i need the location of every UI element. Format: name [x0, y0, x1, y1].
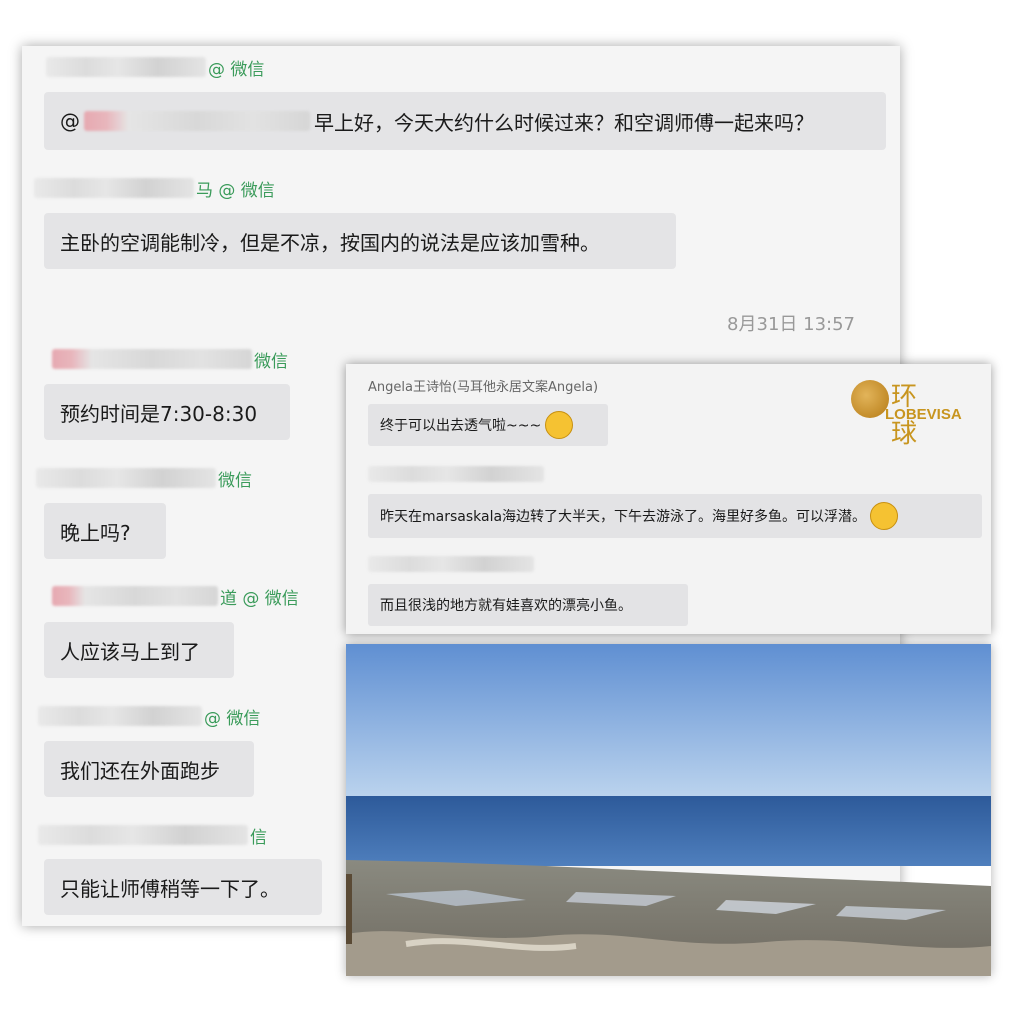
blurred-name: [46, 57, 206, 77]
message-text: 主卧的空调能制冷，但是不凉，按国内的说法是应该加雪种。: [60, 230, 600, 255]
globe-icon: [851, 380, 889, 418]
blurred-name: [368, 556, 534, 572]
sender-tag: 道 @ 微信: [220, 588, 299, 609]
grin-emoji-icon: [870, 502, 899, 530]
sender-tag: 微信: [254, 351, 288, 372]
message-text: 终于可以出去透气啦~~~: [380, 418, 542, 434]
overlay-chat-panel: Angela王诗怡(马耳他永居文案Angela) 环 球 LOBEVISA 终于…: [346, 364, 991, 634]
message-text: 昨天在marsaskala海边转了大半天，下午去游泳了。海里好多鱼。可以浮潜。: [380, 509, 867, 525]
message-bubble[interactable]: 主卧的空调能制冷，但是不凉，按国内的说法是应该加雪种。: [44, 213, 676, 269]
message-text: 我们还在外面跑步: [60, 758, 220, 783]
message-text: 人应该马上到了: [60, 639, 200, 664]
globevisa-logo: 环 球 LOBEVISA: [851, 376, 981, 449]
sender-name: Angela王诗怡(马耳他永居文案Angela): [368, 380, 599, 395]
sender-tag: @ 微信: [208, 59, 265, 80]
message-bubble[interactable]: 而且很浅的地方就有娃喜欢的漂亮小鱼。: [368, 584, 688, 626]
blurred-mention: [84, 111, 310, 131]
blurred-name: [38, 706, 202, 726]
message-text: 晚上吗?: [60, 520, 131, 545]
blurred-name: [34, 178, 194, 198]
sender-tag: @ 微信: [204, 708, 261, 729]
message-bubble[interactable]: 预约时间是7:30-8:30: [44, 384, 290, 440]
message-text: 而且很浅的地方就有娃喜欢的漂亮小鱼。: [380, 598, 632, 614]
mention-symbol: @: [60, 109, 80, 133]
message-text: 早上好，今天大约什么时候过来？和空调师傅一起来吗？: [314, 110, 814, 135]
sender-name: 信: [38, 824, 267, 848]
blurred-name: [38, 825, 248, 845]
message-bubble[interactable]: 终于可以出去透气啦~~~: [368, 404, 608, 446]
sender-tag: 微信: [218, 470, 252, 491]
seaside-photo-graphic: [346, 644, 991, 976]
sender-name: @ 微信: [38, 705, 261, 729]
message-bubble[interactable]: 人应该马上到了: [44, 622, 234, 678]
sender-name: 马 @ 微信: [34, 177, 275, 201]
blurred-name: [368, 466, 544, 482]
sender-name: @ 微信: [46, 56, 265, 80]
timestamp: 8月31日 13:57: [727, 314, 855, 335]
message-bubble[interactable]: 我们还在外面跑步: [44, 741, 254, 797]
seaside-photo[interactable]: [346, 644, 991, 976]
sender-name: 道 @ 微信: [52, 585, 299, 609]
message-bubble[interactable]: 晚上吗?: [44, 503, 166, 559]
message-bubble[interactable]: 昨天在marsaskala海边转了大半天，下午去游泳了。海里好多鱼。可以浮潜。: [368, 494, 982, 538]
message-bubble[interactable]: @ 早上好，今天大约什么时候过来？和空调师傅一起来吗？: [44, 92, 886, 150]
sender-tag: 信: [250, 827, 267, 848]
smiley-emoji-icon: [545, 411, 574, 439]
blurred-name: [52, 586, 218, 606]
message-text: 预约时间是7:30-8:30: [60, 401, 258, 426]
sender-tag: 马 @ 微信: [196, 180, 275, 201]
sender-name: 微信: [52, 348, 288, 372]
blurred-name: [36, 468, 216, 488]
blurred-name: [52, 349, 252, 369]
message-text: 只能让师傅稍等一下了。: [60, 876, 280, 901]
message-bubble[interactable]: 只能让师傅稍等一下了。: [44, 859, 322, 915]
sender-name: 微信: [36, 467, 252, 491]
logo-english-text: LOBEVISA: [885, 406, 962, 423]
